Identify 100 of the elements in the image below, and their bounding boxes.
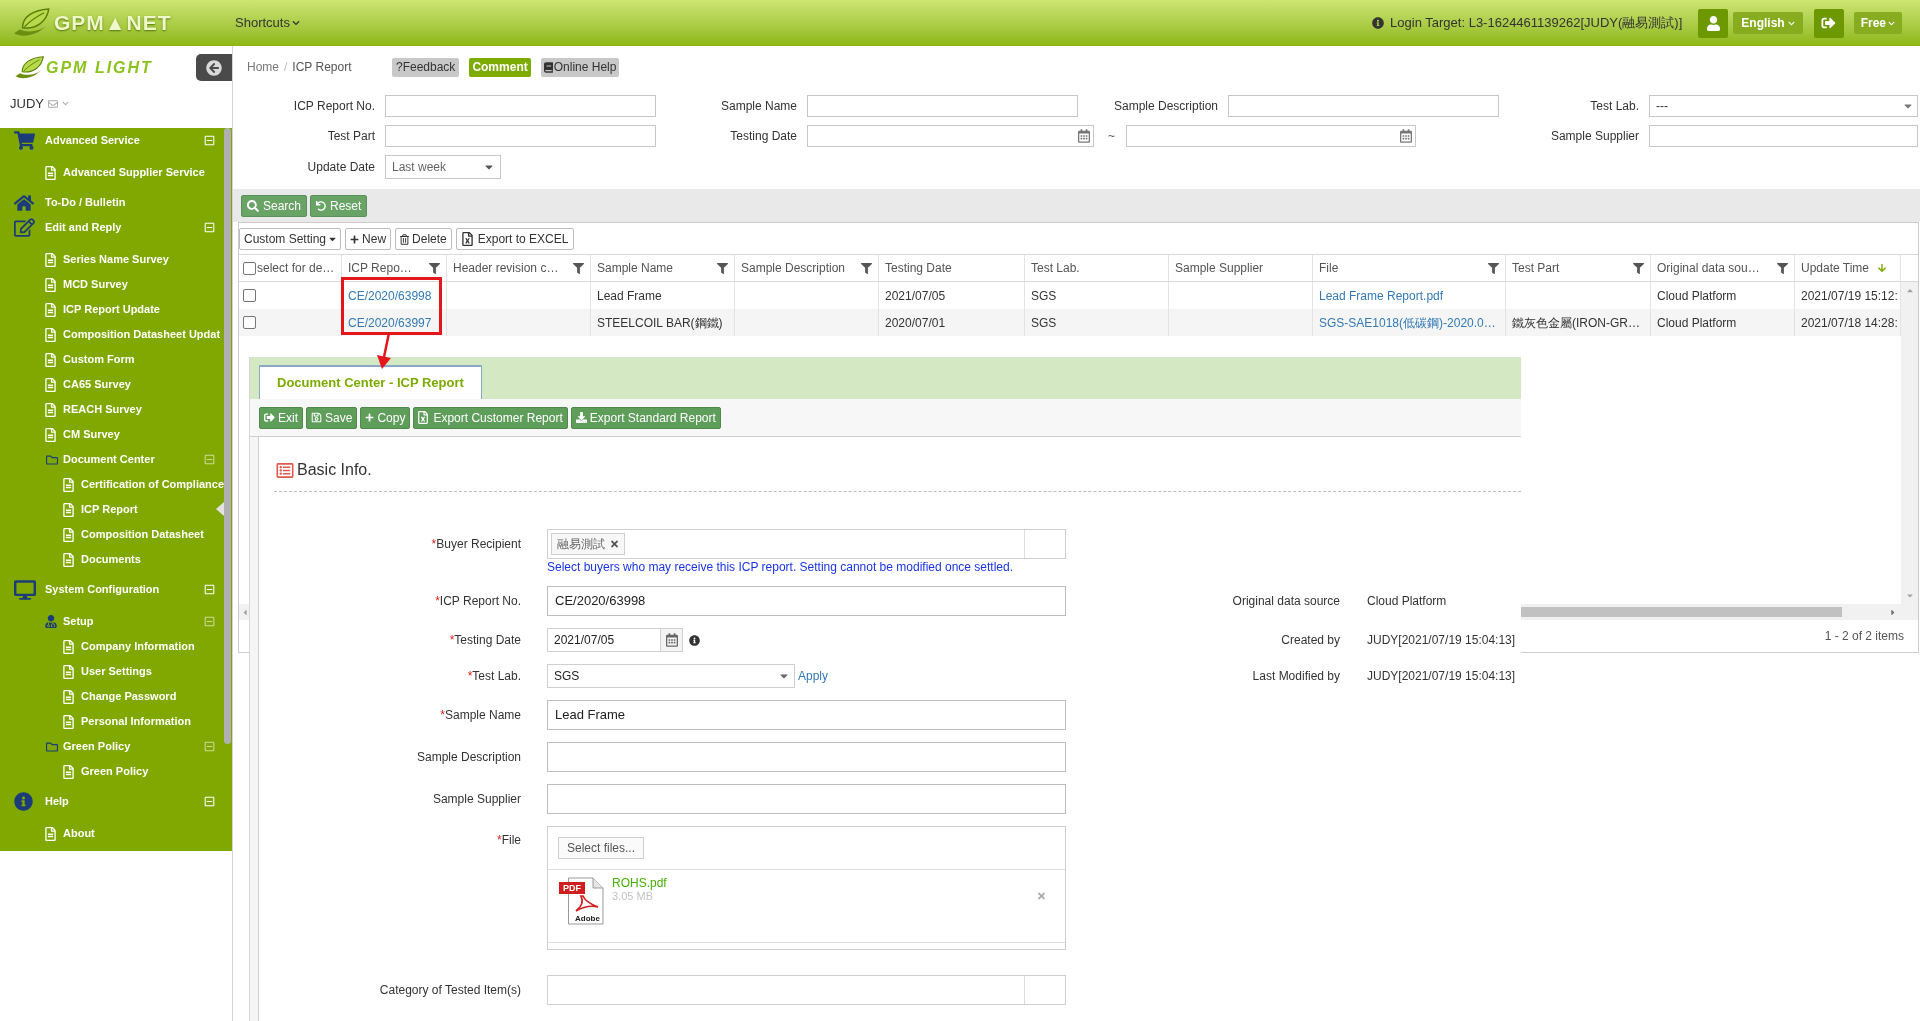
sidebar-item[interactable]: ICP Report: [0, 497, 232, 522]
sidebar-item[interactable]: Green Policy: [0, 759, 232, 784]
sidebar-item[interactable]: Green Policy: [0, 734, 232, 759]
apply-link[interactable]: Apply: [798, 667, 829, 685]
vertical-scrollbar[interactable]: [1901, 282, 1918, 604]
sidebar-item[interactable]: MCD Survey: [0, 272, 232, 297]
sidebar-item[interactable]: User Settings: [0, 659, 232, 684]
column-header[interactable]: Original data sou…: [1651, 255, 1795, 281]
sidebar-item[interactable]: Change Password: [0, 684, 232, 709]
calendar-button[interactable]: [660, 629, 682, 651]
sidebar-item[interactable]: System Configuration: [0, 577, 232, 602]
select-field[interactable]: SGS: [547, 664, 795, 688]
sidebar-item[interactable]: Personal Information: [0, 709, 232, 734]
collapse-icon[interactable]: [204, 616, 215, 627]
collapse-icon[interactable]: [204, 222, 215, 233]
sidebar-scrollbar[interactable]: [224, 128, 231, 744]
sidebar-item[interactable]: Composition Datasheet Updat: [0, 322, 232, 347]
column-header[interactable]: Testing Date: [879, 255, 1025, 281]
text-input[interactable]: CE/2020/63998: [547, 586, 1066, 616]
collapse-sidebar-button[interactable]: [196, 54, 232, 81]
text-input[interactable]: Lead Frame: [547, 700, 1066, 730]
filter-icon[interactable]: [1633, 262, 1644, 274]
checkbox[interactable]: [243, 316, 256, 329]
logout-button[interactable]: [1813, 8, 1844, 38]
filter-icon[interactable]: [1488, 262, 1499, 274]
filter-icon[interactable]: [1777, 262, 1788, 274]
sidebar-item[interactable]: To-Do / Bulletin: [0, 190, 232, 215]
sidebar-item[interactable]: Custom Form: [0, 347, 232, 372]
calendar-icon[interactable]: [1400, 129, 1412, 143]
checkbox[interactable]: [243, 289, 256, 302]
text-input[interactable]: [385, 95, 656, 117]
scrollbar-thumb[interactable]: [1520, 607, 1842, 617]
export-button[interactable]: Export Customer Report: [413, 406, 568, 429]
text-input[interactable]: [547, 784, 1066, 814]
scroll-right-icon[interactable]: [1890, 607, 1896, 617]
scroll-down-icon[interactable]: [1905, 591, 1914, 600]
collapse-icon[interactable]: [204, 796, 215, 807]
text-input[interactable]: [385, 125, 656, 147]
sidebar-item[interactable]: About: [0, 821, 232, 846]
collapse-icon[interactable]: [204, 454, 215, 465]
text-input[interactable]: [547, 742, 1066, 772]
collapse-icon[interactable]: [204, 584, 215, 595]
sidebar-item[interactable]: Series Name Survey: [0, 247, 232, 272]
filter-icon[interactable]: [717, 262, 728, 274]
sidebar-item[interactable]: Document Center: [0, 447, 232, 472]
sidebar-item[interactable]: Advanced Service: [0, 128, 232, 153]
date-input[interactable]: [807, 125, 1094, 147]
scroll-left-icon[interactable]: [242, 607, 248, 617]
select-field[interactable]: ---: [1649, 95, 1918, 117]
remove-icon[interactable]: [610, 539, 619, 549]
filter-icon[interactable]: [429, 262, 440, 274]
calendar-icon[interactable]: [1078, 129, 1090, 143]
filter-icon[interactable]: [861, 262, 872, 274]
sidebar-item[interactable]: Advanced Supplier Service: [0, 160, 232, 185]
table-link[interactable]: SGS-SAE1018(低碳鋼)-2020.0…: [1319, 313, 1496, 332]
select-field[interactable]: Last week: [385, 155, 501, 179]
sidebar-item[interactable]: Help: [0, 789, 232, 814]
filter-icon[interactable]: [573, 262, 584, 274]
collapse-icon[interactable]: [204, 741, 215, 752]
table-link[interactable]: Lead Frame Report.pdf: [1319, 286, 1444, 305]
text-input[interactable]: [1649, 125, 1918, 147]
reset-button[interactable]: Reset: [310, 194, 368, 217]
export-button[interactable]: Export Standard Report: [570, 406, 721, 429]
checkbox[interactable]: [243, 261, 256, 275]
breadcrumb-link[interactable]: Home: [247, 58, 279, 76]
sidebar-item[interactable]: ICP Report Update: [0, 297, 232, 322]
column-header[interactable]: Sample Supplier: [1169, 255, 1313, 281]
sidebar-item[interactable]: REACH Survey: [0, 397, 232, 422]
language-menu[interactable]: English: [1733, 12, 1803, 34]
user-menu[interactable]: JUDY: [10, 94, 69, 114]
shortcuts-menu[interactable]: Shortcuts: [235, 13, 300, 33]
column-header[interactable]: Update Time: [1795, 255, 1901, 281]
column-header[interactable]: Sample Description: [735, 255, 879, 281]
sidebar-item[interactable]: Composition Datasheet: [0, 522, 232, 547]
tab[interactable]: Document Center - ICP Report: [259, 365, 482, 399]
save-button[interactable]: Save: [306, 406, 358, 429]
help-button[interactable]: Online Help: [540, 57, 620, 77]
comment-button[interactable]: Comment: [469, 57, 531, 77]
text-input[interactable]: [1228, 95, 1499, 117]
sidebar-item[interactable]: Company Information: [0, 634, 232, 659]
plan-menu[interactable]: Free: [1853, 12, 1902, 34]
date-input[interactable]: [1126, 125, 1416, 147]
new-button[interactable]: New: [345, 228, 392, 250]
table-link[interactable]: CE/2020/63998: [348, 286, 432, 305]
multiselect-field[interactable]: 融易測試: [547, 529, 1066, 559]
exit-button[interactable]: Exit: [259, 406, 303, 429]
sidebar-item[interactable]: Certification of Compliance: [0, 472, 232, 497]
table-link[interactable]: CE/2020/63997: [348, 313, 432, 332]
export-button[interactable]: Export to EXCEL: [455, 228, 575, 250]
column-header[interactable]: Header revision c…: [447, 255, 591, 281]
table-row[interactable]: CE/2020/63997 STEELCOIL BAR(鋼鐵) 2020/07/01 SGS SGS-SAE1018(低碳鋼)-2020.0… 鐵灰色金屬(IRON-GR… Cloud Platform 2021/07/18 14:28:: [239, 309, 1901, 336]
select-files-button[interactable]: Select files...: [558, 837, 645, 859]
column-header[interactable]: File: [1313, 255, 1506, 281]
file-link[interactable]: ROHS.pdf: [612, 877, 667, 890]
sidebar-item[interactable]: Setup: [0, 609, 232, 634]
column-header[interactable]: Test Lab.: [1025, 255, 1169, 281]
column-header[interactable]: Test Part: [1506, 255, 1651, 281]
search-button[interactable]: Search: [241, 194, 308, 217]
column-header[interactable]: Sample Name: [591, 255, 735, 281]
user-button[interactable]: [1698, 8, 1729, 38]
